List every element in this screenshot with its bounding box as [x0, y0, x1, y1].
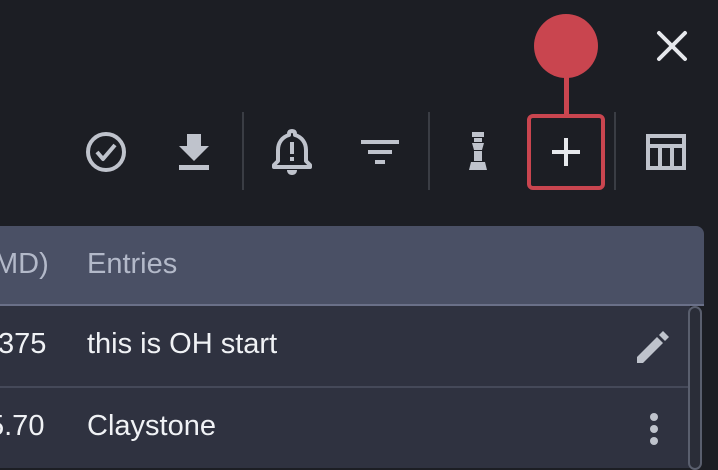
column-header-entries[interactable]: Entries: [87, 248, 177, 281]
table-row[interactable]: 5.70 Claystone: [0, 388, 690, 468]
chess-piece-button[interactable]: [446, 120, 510, 184]
check-circle-button[interactable]: [74, 120, 138, 184]
table-scrollbar[interactable]: [688, 306, 702, 470]
chess-piece-icon: [469, 132, 487, 170]
download-icon: [179, 134, 209, 170]
filter-button[interactable]: [348, 120, 412, 184]
close-button[interactable]: [652, 26, 692, 66]
table-layout-button[interactable]: [634, 120, 698, 184]
table-header: MD) Entries: [0, 226, 704, 306]
filter-icon: [361, 140, 399, 164]
close-icon: [657, 31, 687, 61]
bell-alert-icon: [272, 129, 312, 175]
row-entry: Claystone: [87, 410, 216, 442]
download-button[interactable]: [162, 120, 226, 184]
more-vertical-icon: [650, 413, 658, 445]
column-header-depth[interactable]: MD): [0, 248, 49, 281]
toolbar-divider: [428, 112, 430, 190]
table-row[interactable]: 375 this is OH start: [0, 306, 690, 388]
edit-button[interactable]: [628, 322, 678, 372]
annotation-marker: [534, 14, 598, 78]
table-layout-icon: [646, 134, 686, 170]
alert-bell-button[interactable]: [260, 120, 324, 184]
toolbar-divider: [242, 112, 244, 190]
check-circle-icon: [86, 132, 126, 172]
plus-icon: [552, 138, 580, 166]
pencil-icon: [637, 331, 669, 363]
row-value: 375: [0, 328, 47, 360]
more-options-button[interactable]: [634, 404, 674, 454]
row-value: 5.70: [0, 410, 45, 442]
annotation-connector: [564, 74, 569, 116]
data-table: MD) Entries 375 this is OH start 5.70 Cl…: [0, 226, 704, 470]
add-button[interactable]: [534, 120, 598, 184]
toolbar-divider: [614, 112, 616, 190]
row-entry: this is OH start: [87, 328, 278, 360]
app-window: MD) Entries 375 this is OH start 5.70 Cl…: [0, 0, 718, 470]
